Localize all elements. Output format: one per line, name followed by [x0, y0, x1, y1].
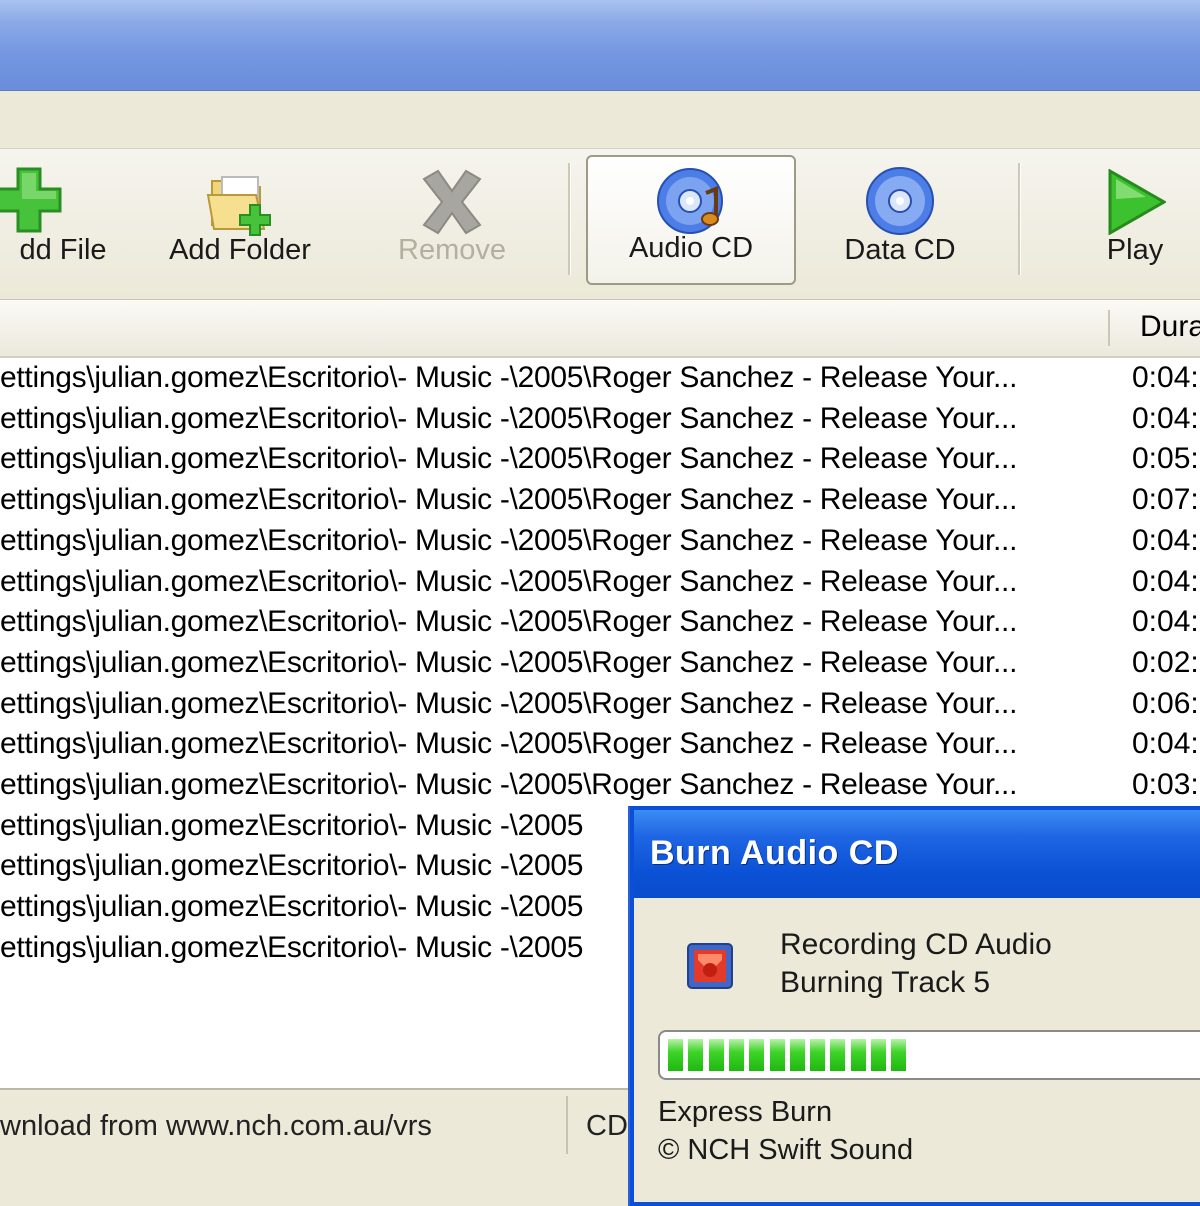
track-path: ettings\julian.gomez\Escritorio\- Music …	[0, 849, 584, 883]
column-separator[interactable]	[1108, 310, 1110, 346]
progress-segment	[668, 1039, 683, 1071]
progress-segment	[769, 1039, 785, 1071]
track-duration: 0:04:	[1132, 361, 1199, 394]
progress-segment	[810, 1039, 826, 1071]
progress-segment	[871, 1039, 886, 1071]
table-row[interactable]: ettings\julian.gomez\Escritorio\- Music …	[0, 602, 1200, 642]
table-row[interactable]: ettings\julian.gomez\Escritorio\- Music …	[0, 562, 1200, 602]
track-path: ettings\julian.gomez\Escritorio\- Music …	[0, 645, 1018, 679]
status-mode: CD	[586, 1110, 628, 1142]
remove-button[interactable]: Remove	[372, 155, 532, 285]
play-triangle-icon	[1108, 169, 1166, 235]
toolbar: dd File Add Folder Remove Audio CD Data …	[0, 148, 1200, 301]
track-duration: 0:07:	[1132, 483, 1199, 517]
table-row[interactable]: ettings\julian.gomez\Escritorio\- Music …	[0, 358, 1200, 398]
track-duration: 0:04:	[1132, 605, 1199, 639]
add-file-button[interactable]: dd File	[0, 155, 120, 285]
dialog-copyright: © NCH Swift Sound	[658, 1134, 914, 1166]
progress-segment	[891, 1039, 907, 1071]
data-cd-button[interactable]: Data CD	[820, 155, 980, 285]
toolbar-separator	[1018, 163, 1021, 275]
table-row[interactable]: ettings\julian.gomez\Escritorio\- Music …	[0, 684, 1200, 724]
table-row[interactable]: ettings\julian.gomez\Escritorio\- Music …	[0, 521, 1200, 561]
track-path: ettings\julian.gomez\Escritorio\- Music …	[0, 686, 1018, 720]
dialog-status-line1: Recording CD Audio	[780, 928, 1052, 961]
track-path: ettings\julian.gomez\Escritorio\- Music …	[0, 483, 1018, 517]
progress-segment	[789, 1039, 805, 1071]
track-duration: 0:03:	[1132, 768, 1199, 801]
burn-progress-bar	[658, 1030, 1200, 1080]
track-path: ettings\julian.gomez\Escritorio\- Music …	[0, 361, 1018, 394]
track-path: ettings\julian.gomez\Escritorio\- Music …	[0, 768, 1018, 801]
play-label: Play	[1106, 234, 1164, 266]
track-path: ettings\julian.gomez\Escritorio\- Music …	[0, 564, 1018, 598]
track-path: ettings\julian.gomez\Escritorio\- Music …	[0, 523, 1018, 557]
folder-plus-icon	[206, 176, 271, 236]
toolbar-separator	[568, 163, 571, 275]
audio-cd-icon	[657, 168, 723, 234]
progress-segment	[830, 1039, 846, 1071]
green-plus-icon	[0, 167, 62, 233]
table-row[interactable]: ettings\julian.gomez\Escritorio\- Music …	[0, 480, 1200, 520]
data-cd-icon	[866, 167, 934, 235]
track-path: ettings\julian.gomez\Escritorio\- Music …	[0, 442, 1018, 476]
progress-segment	[749, 1039, 765, 1071]
track-path: ettings\julian.gomez\Escritorio\- Music …	[0, 727, 1018, 761]
burn-audio-cd-dialog: Burn Audio CD Recording CD Audio Burning…	[630, 806, 1200, 1206]
progress-segment	[708, 1039, 724, 1071]
dialog-title: Burn Audio CD	[650, 834, 899, 872]
table-row[interactable]: ettings\julian.gomez\Escritorio\- Music …	[0, 643, 1200, 683]
play-button[interactable]: Play	[1070, 155, 1200, 285]
dialog-app-name: Express Burn	[658, 1096, 833, 1128]
table-row[interactable]: ettings\julian.gomez\Escritorio\- Music …	[0, 439, 1200, 479]
track-path: ettings\julian.gomez\Escritorio\- Music …	[0, 890, 584, 924]
status-separator	[566, 1096, 568, 1154]
burn-cd-icon	[687, 943, 733, 989]
progress-segment	[688, 1039, 704, 1071]
list-header: Dura	[0, 300, 1200, 358]
add-file-label: dd File	[19, 234, 107, 266]
track-duration: 0:05:	[1132, 442, 1199, 476]
add-folder-label: Add Folder	[169, 234, 311, 266]
progress-segment	[728, 1039, 744, 1071]
menu-bar	[0, 91, 1200, 147]
add-folder-button[interactable]: Add Folder	[150, 155, 330, 285]
track-duration: 0:02:	[1132, 645, 1199, 679]
column-header-duration[interactable]: Dura	[1140, 310, 1200, 344]
progress-segment	[850, 1039, 866, 1071]
table-row[interactable]: ettings\julian.gomez\Escritorio\- Music …	[0, 765, 1200, 805]
track-path: ettings\julian.gomez\Escritorio\- Music …	[0, 605, 1018, 639]
table-row[interactable]: ettings\julian.gomez\Escritorio\- Music …	[0, 724, 1200, 764]
track-duration: 0:04:	[1132, 401, 1199, 435]
track-path: ettings\julian.gomez\Escritorio\- Music …	[0, 808, 584, 842]
status-message: wnload from www.nch.com.au/vrs	[0, 1110, 432, 1142]
data-cd-label: Data CD	[844, 234, 956, 266]
gray-x-icon	[422, 169, 482, 235]
track-path: ettings\julian.gomez\Escritorio\- Music …	[0, 930, 584, 964]
track-duration: 0:04:	[1132, 727, 1199, 761]
audio-cd-button[interactable]: Audio CD	[586, 155, 796, 285]
track-duration: 0:04:	[1132, 564, 1199, 598]
table-row[interactable]: ettings\julian.gomez\Escritorio\- Music …	[0, 399, 1200, 439]
track-duration: 0:04:	[1132, 523, 1199, 557]
remove-label: Remove	[398, 234, 506, 266]
track-duration: 0:06:	[1132, 686, 1199, 720]
track-path: ettings\julian.gomez\Escritorio\- Music …	[0, 401, 1018, 435]
dialog-status-line2: Burning Track 5	[780, 966, 991, 999]
window-title-bar[interactable]	[0, 0, 1200, 91]
dialog-title-bar[interactable]: Burn Audio CD	[634, 810, 1200, 898]
